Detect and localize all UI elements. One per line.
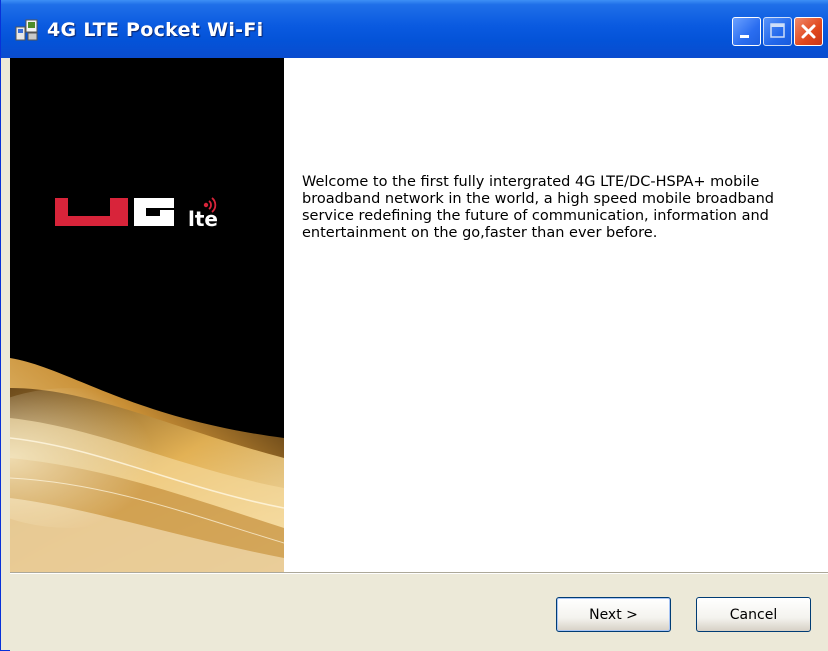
maximize-icon	[770, 23, 785, 38]
maximize-button[interactable]	[763, 17, 792, 46]
window-title: 4G LTE Pocket Wi-Fi	[47, 19, 264, 41]
title-bar[interactable]: 4G LTE Pocket Wi-Fi	[1, 0, 828, 58]
minimize-button[interactable]	[732, 17, 761, 46]
banner-image: lte	[10, 58, 284, 572]
installer-window: 4G LTE Pocket Wi-Fi lte Welcome to the f…	[0, 0, 828, 651]
wizard-content: lte Welcome to the first fully intergrat…	[10, 58, 828, 572]
next-button[interactable]: Next >	[556, 597, 671, 632]
welcome-text: Welcome to the first fully intergrated 4…	[302, 174, 774, 241]
installer-icon	[15, 18, 39, 42]
minimize-icon	[740, 35, 749, 38]
cancel-button[interactable]: Cancel	[696, 597, 811, 632]
close-button[interactable]	[794, 17, 823, 46]
close-icon	[801, 24, 816, 39]
